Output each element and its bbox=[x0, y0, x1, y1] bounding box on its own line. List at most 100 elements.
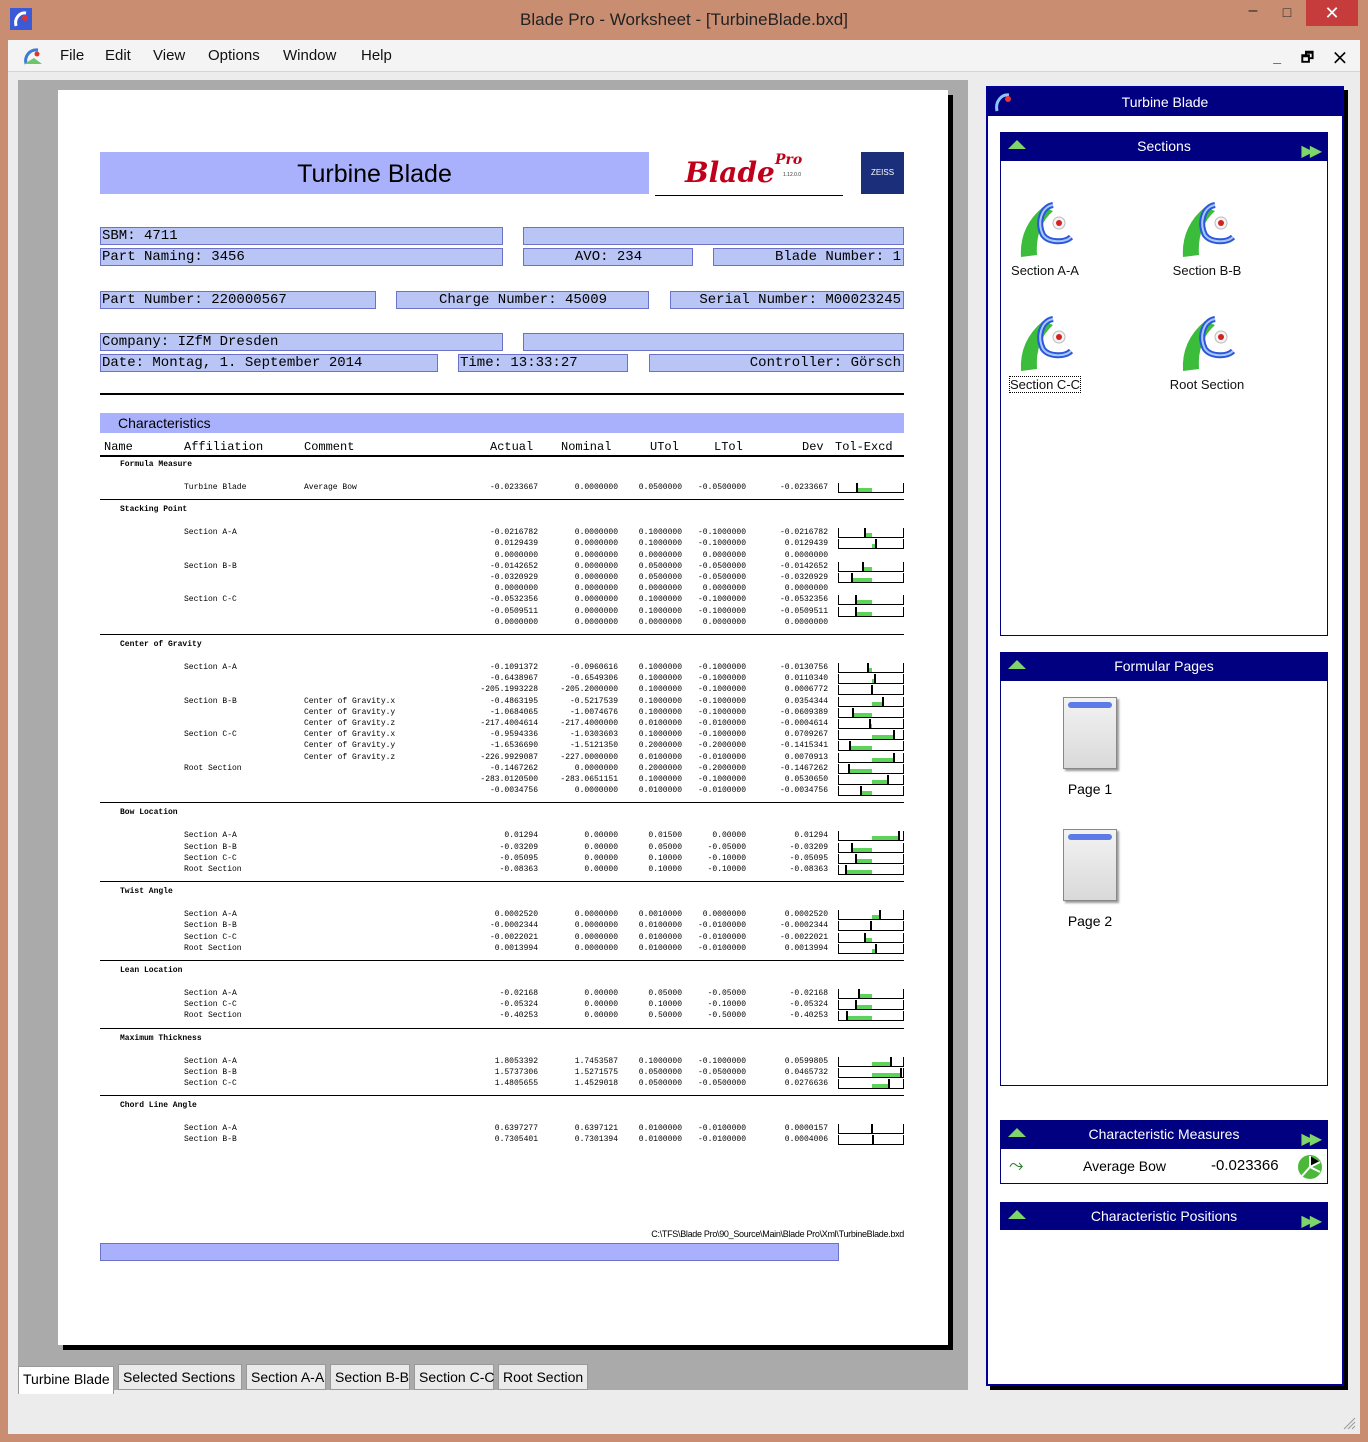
menu-help[interactable]: Help bbox=[361, 47, 392, 64]
group-header: Center of Gravity bbox=[120, 640, 202, 649]
formular-pages-header[interactable]: Formular Pages bbox=[1000, 652, 1328, 680]
cell-dev: -0.0609389 bbox=[779, 707, 828, 717]
sections-header[interactable]: Sections ▶▶ bbox=[1000, 132, 1328, 160]
cell-act: -283.0120500 bbox=[480, 775, 538, 784]
cell-lt: -0.1000000 bbox=[697, 674, 746, 684]
tolerance-bar bbox=[838, 921, 904, 932]
resize-grip-icon[interactable] bbox=[1342, 1416, 1356, 1430]
main-window: Blade Pro - Worksheet - [TurbineBlade.bx… bbox=[0, 0, 1368, 1442]
section-item[interactable]: Section A-A bbox=[1005, 197, 1085, 278]
cell-lt: -0.10000 bbox=[707, 1000, 746, 1010]
cell-com: Center of Gravity.z bbox=[304, 752, 396, 762]
mdi-controls[interactable]: _ 🗗 ✕ bbox=[1273, 47, 1354, 71]
tolerance-marker bbox=[848, 741, 851, 751]
blade-number-field: Blade Number: 1 bbox=[713, 248, 904, 266]
tab-selected-sections[interactable]: Selected Sections bbox=[118, 1364, 242, 1390]
tab-section-b-b[interactable]: Section B-B bbox=[330, 1364, 410, 1390]
cell-dev: -0.0216782 bbox=[779, 528, 828, 538]
cell-act: 0.0000000 bbox=[494, 550, 538, 560]
tolerance-marker bbox=[887, 775, 890, 784]
menu-window[interactable]: Window bbox=[283, 47, 336, 64]
tab-root-section[interactable]: Root Section bbox=[498, 1364, 588, 1390]
tolerance-fill bbox=[856, 611, 872, 616]
tolerance-bar bbox=[838, 707, 904, 718]
cell-act: 0.0129439 bbox=[494, 539, 538, 549]
tolerance-bar bbox=[838, 674, 904, 685]
cell-aff: Section B-B bbox=[184, 696, 237, 706]
tolerance-fill bbox=[855, 1005, 872, 1010]
tab-turbine-blade[interactable]: Turbine Blade bbox=[18, 1366, 114, 1394]
cell-dev: -0.0004614 bbox=[779, 719, 828, 728]
tolerance-bar bbox=[838, 730, 904, 741]
cell-lt: -0.10000 bbox=[707, 853, 746, 863]
maximize-button[interactable]: □ bbox=[1272, 2, 1302, 24]
tab-section-a-a[interactable]: Section A-A bbox=[246, 1364, 326, 1390]
collapse-up-icon[interactable] bbox=[1008, 1128, 1026, 1137]
tolerance-marker bbox=[845, 1011, 848, 1021]
characteristic-measures-header[interactable]: Characteristic Measures ▶▶ bbox=[1000, 1120, 1328, 1148]
cell-act: 1.8053392 bbox=[494, 1056, 538, 1066]
tolerance-bar bbox=[838, 865, 904, 875]
menu-edit[interactable]: Edit bbox=[105, 47, 131, 64]
section-item[interactable]: Section C-C bbox=[1005, 311, 1085, 393]
tolerance-marker bbox=[893, 752, 895, 762]
cell-aff: Section C-C bbox=[184, 1079, 237, 1088]
tolerance-bar bbox=[838, 842, 904, 853]
menu-view[interactable]: View bbox=[153, 47, 185, 64]
menu-file[interactable]: File bbox=[60, 47, 84, 64]
section-item[interactable]: Root Section bbox=[1167, 311, 1247, 392]
measure-row[interactable]: ⤳ Average Bow -0.023366 bbox=[1000, 1148, 1328, 1184]
group-divider bbox=[100, 634, 904, 635]
tolerance-marker bbox=[851, 573, 854, 582]
minimize-button[interactable]: ‒ bbox=[1238, 2, 1268, 24]
cell-aff: Section A-A bbox=[184, 831, 237, 841]
tolerance-bar bbox=[838, 1011, 904, 1022]
cell-dev: 0.0000157 bbox=[784, 1124, 828, 1134]
measure-value: -0.023366 bbox=[1211, 1157, 1279, 1174]
section-item[interactable]: Section B-B bbox=[1167, 197, 1247, 278]
cell-lt: -0.1000000 bbox=[697, 606, 746, 616]
collapse-up-icon[interactable] bbox=[1008, 1210, 1026, 1219]
page-2-item[interactable]: Page 2 bbox=[1055, 829, 1125, 929]
cell-act: 0.0000000 bbox=[494, 617, 538, 627]
blade-pro-logo: Blade Pro 1.12.0.0 bbox=[655, 152, 843, 196]
cell-act: -0.0142652 bbox=[489, 561, 538, 571]
tolerance-marker bbox=[854, 1000, 857, 1010]
part-number-field: Part Number: 220000567 bbox=[100, 291, 376, 309]
cell-aff: Section C-C bbox=[184, 1000, 237, 1010]
cell-dev: -0.05324 bbox=[789, 1000, 828, 1010]
fast-forward-icon[interactable]: ▶▶ bbox=[1301, 1208, 1322, 1236]
characteristic-positions-header[interactable]: Characteristic Positions ▶▶ bbox=[1000, 1202, 1328, 1230]
tolerance-fill bbox=[872, 1072, 901, 1077]
tolerance-bar bbox=[838, 719, 904, 729]
tolerance-marker bbox=[871, 685, 874, 695]
section-label: Section C-C bbox=[1008, 376, 1082, 393]
formular-pages-list: Page 1 Page 2 bbox=[1000, 680, 1328, 1086]
page-1-item[interactable]: Page 1 bbox=[1055, 697, 1125, 797]
cell-lt: -0.0500000 bbox=[697, 573, 746, 582]
close-button[interactable]: ✕ bbox=[1306, 0, 1358, 26]
serial-number-field: Serial Number: M00023245 bbox=[670, 291, 904, 309]
tab-section-c-c[interactable]: Section C-C bbox=[414, 1364, 494, 1390]
cell-act: -0.9594336 bbox=[489, 730, 538, 740]
doc-icon[interactable] bbox=[22, 46, 44, 66]
tolerance-marker bbox=[854, 595, 857, 605]
col-nominal: Nominal bbox=[561, 440, 612, 454]
menu-options[interactable]: Options bbox=[208, 47, 260, 64]
collapse-up-icon[interactable] bbox=[1008, 660, 1026, 669]
cell-com: Center of Gravity.y bbox=[304, 741, 396, 751]
cell-act: -0.08363 bbox=[499, 865, 538, 874]
cell-aff: Section A-A bbox=[184, 1124, 237, 1134]
group-header: Bow Location bbox=[120, 808, 178, 818]
cell-dev: 0.0013994 bbox=[784, 943, 828, 953]
tolerance-bar bbox=[838, 763, 904, 774]
tolerance-fill bbox=[872, 757, 894, 762]
col-ltol: LTol bbox=[714, 440, 743, 454]
cell-act: -0.05324 bbox=[499, 1000, 538, 1010]
section-label: Root Section bbox=[1169, 377, 1245, 392]
blank-field-1 bbox=[523, 227, 904, 245]
collapse-up-icon[interactable] bbox=[1008, 140, 1026, 149]
cell-lt: -0.0500000 bbox=[697, 561, 746, 571]
title-bar[interactable]: Blade Pro - Worksheet - [TurbineBlade.bx… bbox=[0, 0, 1368, 40]
cell-aff: Section A-A bbox=[184, 910, 237, 920]
